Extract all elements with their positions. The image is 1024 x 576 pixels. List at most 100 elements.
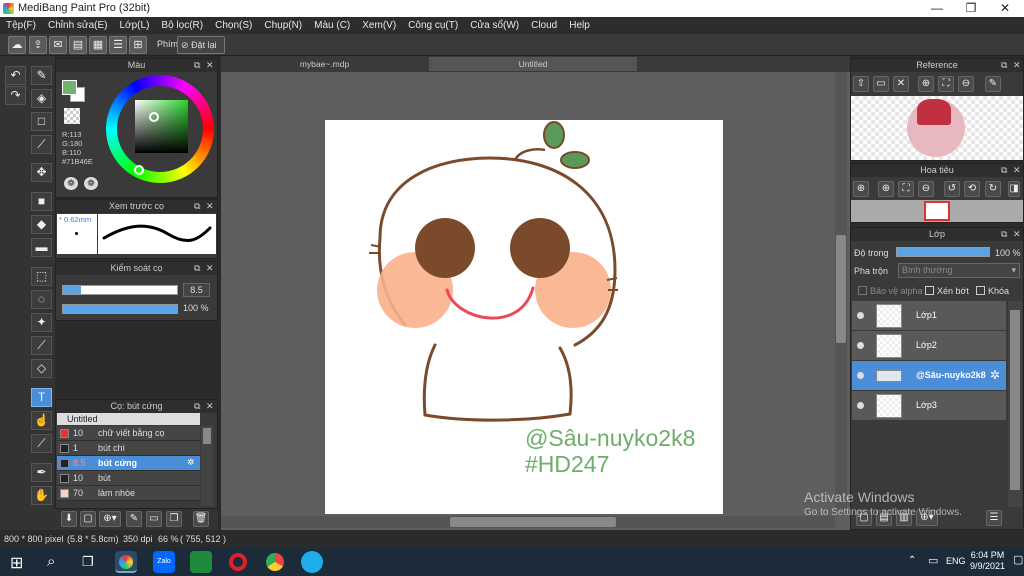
popout-icon[interactable]: ⧉	[194, 200, 200, 213]
menu-color[interactable]: Màu (C)	[308, 17, 356, 34]
close-icon[interactable]: ✕	[206, 400, 214, 413]
folder-icon[interactable]: ▭	[873, 76, 889, 92]
brush-size-value[interactable]: 8.5	[183, 283, 210, 297]
navigator-viewport[interactable]	[924, 201, 950, 221]
protect-alpha-checkbox[interactable]	[858, 286, 867, 295]
select-rect-icon[interactable]: ⬚	[31, 267, 52, 286]
rotate-reset-icon[interactable]: ⟲	[964, 181, 980, 197]
layer-menu-icon[interactable]: ☰	[986, 510, 1002, 526]
trash-icon[interactable]: 🗑	[193, 511, 209, 527]
grid-icon[interactable]: ⊞	[129, 36, 147, 54]
transparent-swatch[interactable]	[64, 108, 80, 124]
gradient-tool-icon[interactable]: ▬	[31, 238, 52, 257]
operation-tool-icon[interactable]: ☝	[31, 411, 52, 430]
close-icon[interactable]: ✕	[206, 59, 214, 72]
tab-untitled[interactable]: Untitled	[429, 57, 637, 71]
zalo-icon[interactable]: Zalo	[153, 551, 175, 573]
close-button[interactable]: ✕	[988, 0, 1022, 17]
brush-size-slider[interactable]	[62, 285, 178, 295]
folder-icon[interactable]: ▭	[146, 511, 162, 527]
popout-icon[interactable]: ⧉	[194, 262, 200, 275]
brush-list-scrollbar[interactable]	[201, 426, 213, 506]
visibility-icon[interactable]	[857, 312, 864, 319]
pen-tool-icon[interactable]: ✒	[31, 463, 52, 482]
color-picker-handle[interactable]	[149, 112, 159, 122]
chrome-icon[interactable]	[264, 551, 286, 573]
clipping-checkbox[interactable]	[925, 286, 934, 295]
visibility-icon[interactable]	[857, 402, 864, 409]
drawing-canvas[interactable]: @Sâu-nuyko2k8 #HD247	[325, 120, 723, 514]
menu-capture[interactable]: Chụp(N)	[258, 17, 308, 34]
dot-tool-icon[interactable]: ⟋	[31, 135, 52, 154]
menu-file[interactable]: Tệp(F)	[0, 17, 42, 34]
excel-icon[interactable]	[190, 551, 212, 573]
visibility-icon[interactable]	[857, 372, 864, 379]
layer-opacity-slider[interactable]	[896, 247, 990, 257]
maximize-button[interactable]: ❐	[954, 0, 988, 17]
flip-icon[interactable]: ◨	[1008, 181, 1020, 197]
brush-tool-icon[interactable]: ✎	[31, 66, 52, 85]
menu-view[interactable]: Xem(V)	[356, 17, 402, 34]
minimize-button[interactable]: —	[920, 0, 954, 17]
fit-icon[interactable]: ⛶	[938, 76, 954, 92]
palette-alt-icon[interactable]: ❁	[84, 177, 98, 190]
document-icon[interactable]: ▦	[89, 36, 107, 54]
add-brush-icon[interactable]: ⊕▾	[99, 511, 121, 527]
menu-window[interactable]: Cửa sổ(W)	[464, 17, 525, 34]
rectangle-tool-icon[interactable]: □	[31, 112, 52, 131]
eyedropper-icon[interactable]: ✎	[985, 76, 1001, 92]
scrollbar-thumb[interactable]	[1010, 310, 1020, 490]
popout-icon[interactable]: ⧉	[194, 59, 200, 72]
rotate-left-icon[interactable]: ↺	[944, 181, 960, 197]
scrollbar-thumb[interactable]	[450, 517, 616, 527]
zoom-out-icon[interactable]: ⊖	[918, 181, 934, 197]
palette-icon[interactable]: ❁	[64, 177, 78, 190]
navigator-preview[interactable]	[851, 200, 1023, 222]
foreground-color-front[interactable]	[62, 80, 77, 95]
popout-icon[interactable]: ⧉	[1001, 164, 1007, 177]
menu-select[interactable]: Chọn(S)	[209, 17, 258, 34]
copy-icon[interactable]: ❐	[166, 511, 182, 527]
share-icon[interactable]: ⇪	[29, 36, 47, 54]
popout-icon[interactable]: ⧉	[194, 400, 200, 413]
chat-icon[interactable]: ✉	[49, 36, 67, 54]
eyedropper-icon[interactable]: ⟋	[31, 434, 52, 453]
scrollbar-thumb[interactable]	[836, 235, 846, 343]
select-eraser-icon[interactable]: ◇	[31, 359, 52, 378]
network-icon[interactable]: ▭	[928, 554, 938, 567]
popout-icon[interactable]: ⧉	[1001, 59, 1007, 72]
download-icon[interactable]: ⬇	[61, 511, 77, 527]
menu-help[interactable]: Help	[563, 17, 596, 34]
brush-list-item-selected[interactable]: 8.5 bút cứng ✲	[57, 456, 200, 471]
task-view-icon[interactable]: ❐	[82, 554, 94, 570]
zoom-in-icon[interactable]: ⊕	[918, 76, 934, 92]
eraser-tool-icon[interactable]: ◈	[31, 89, 52, 108]
select-pen-icon[interactable]: ⟋	[31, 336, 52, 355]
popout-icon[interactable]: ⧉	[1001, 228, 1007, 241]
reset-button[interactable]: ⊘ Đặt lại	[177, 36, 225, 54]
scrollbar-thumb[interactable]	[203, 428, 211, 444]
undo-icon[interactable]: ↶	[5, 66, 26, 85]
layer-row[interactable]: Lớp2	[852, 331, 1006, 361]
close-icon[interactable]: ✕	[206, 262, 214, 275]
notification-icon[interactable]: ▢	[1013, 553, 1023, 566]
hue-picker-handle[interactable]	[134, 165, 144, 175]
remove-icon[interactable]: ✕	[893, 76, 909, 92]
opera-icon[interactable]	[227, 551, 249, 573]
hand-tool-icon[interactable]: ✋	[31, 486, 52, 505]
language-indicator[interactable]: ENG	[946, 556, 966, 566]
brush-list-item[interactable]: 10 bút	[57, 471, 200, 486]
close-icon[interactable]: ✕	[1013, 228, 1021, 241]
menu-tools[interactable]: Công cụ(T)	[402, 17, 464, 34]
new-brush-icon[interactable]: ▢	[80, 511, 96, 527]
text-tool-icon[interactable]: T	[31, 388, 52, 407]
brush-list-item[interactable]: 10 chữ viết bằng cọ	[57, 426, 200, 441]
upload-icon[interactable]: ⇧	[853, 76, 869, 92]
layer-scrollbar[interactable]	[1008, 301, 1022, 507]
list-icon[interactable]: ☰	[109, 36, 127, 54]
bucket-tool-icon[interactable]: ◆	[31, 215, 52, 234]
saturation-square[interactable]	[135, 100, 188, 153]
rotate-right-icon[interactable]: ↻	[985, 181, 1001, 197]
chevron-up-icon[interactable]: ⌃	[908, 555, 916, 566]
search-icon[interactable]: ⌕	[47, 553, 55, 570]
